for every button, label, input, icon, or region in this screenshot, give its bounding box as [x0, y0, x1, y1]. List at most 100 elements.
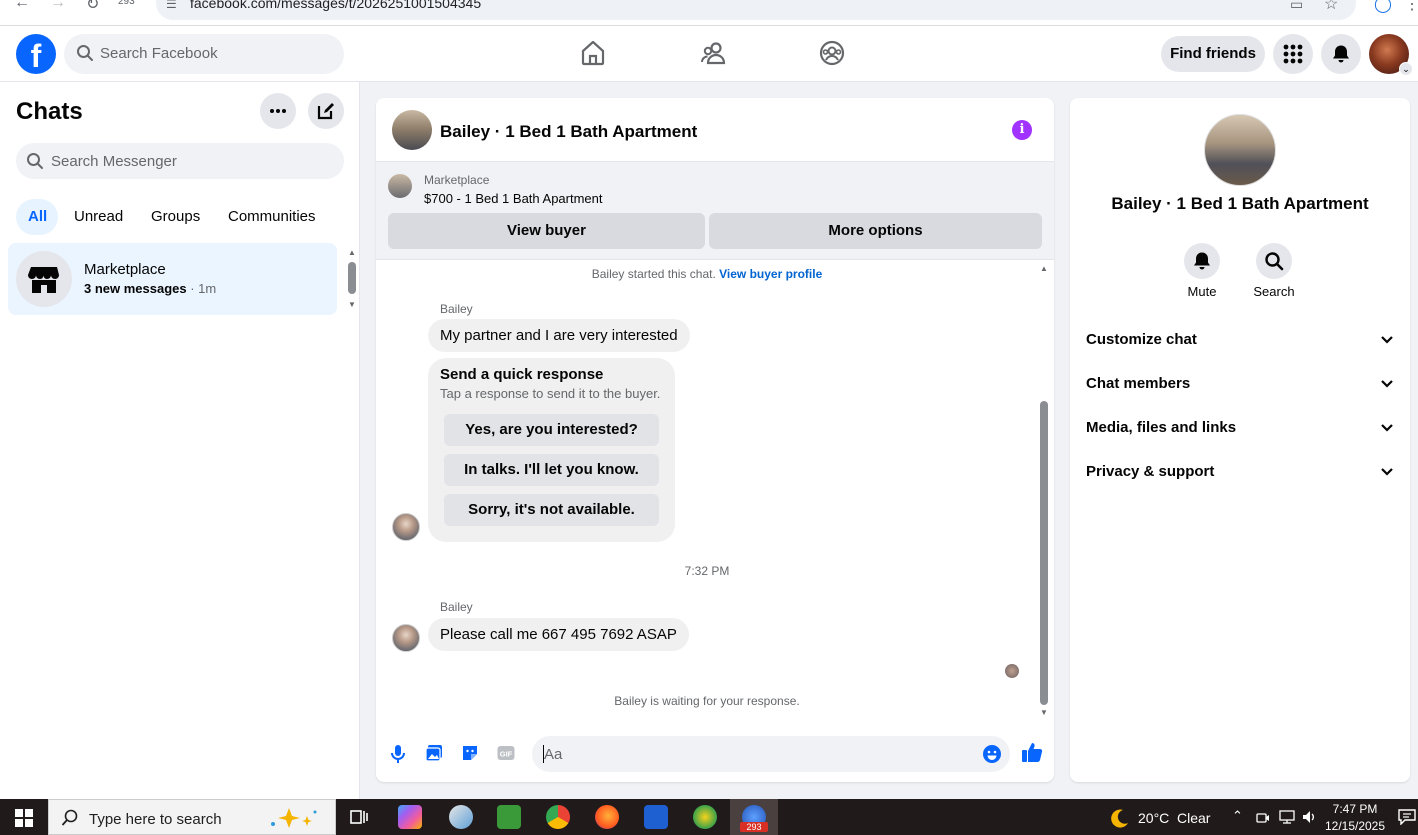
quick-response-option[interactable]: Sorry, it's not available.: [444, 494, 659, 526]
facebook-logo[interactable]: f: [16, 34, 56, 74]
view-buyer-button[interactable]: View buyer: [388, 213, 705, 249]
menu-dots-icon[interactable]: ⋮: [1404, 0, 1418, 14]
waiting-notice: Bailey is waiting for your response.: [614, 694, 800, 708]
chat-options-button[interactable]: [260, 93, 296, 129]
listing-avatar[interactable]: [392, 110, 432, 150]
copilot-icon[interactable]: [398, 805, 422, 829]
scroll-down-arrow-icon[interactable]: ▼: [348, 300, 356, 309]
message-bubble[interactable]: My partner and I are very interested: [428, 319, 690, 352]
facebook-search-box[interactable]: Search Facebook: [64, 34, 344, 74]
bookmark-star-icon[interactable]: ☆: [1324, 0, 1338, 14]
listing-title[interactable]: $700 - 1 Bed 1 Bath Apartment: [424, 191, 603, 206]
seen-receipt-avatar: [1005, 664, 1019, 678]
taskbar-search-placeholder: Type here to search: [89, 811, 222, 828]
scroll-up-arrow-icon[interactable]: ▲: [348, 248, 356, 257]
site-info-icon[interactable]: ☰: [166, 0, 177, 11]
facebook-top-nav: f Search Facebook Find friends ⌄: [0, 26, 1418, 82]
message-thread: Bailey started this chat. View buyer pro…: [376, 260, 1054, 720]
info-icon[interactable]: i: [1012, 120, 1032, 140]
messenger-search-input[interactable]: Search Messenger: [16, 143, 344, 179]
photo-icon[interactable]: [425, 744, 443, 762]
profile-icon[interactable]: ◯: [1374, 0, 1392, 14]
paint-app-icon[interactable]: [449, 805, 473, 829]
filter-tab-communities[interactable]: Communities: [228, 199, 316, 235]
thread-scrollbar[interactable]: [1040, 401, 1048, 705]
microphone-icon[interactable]: [390, 744, 406, 764]
mute-button[interactable]: [1184, 243, 1220, 279]
gif-icon[interactable]: GIF: [497, 744, 515, 762]
section-label: Privacy & support: [1086, 463, 1215, 480]
volume-icon[interactable]: [1302, 810, 1318, 824]
sender-avatar[interactable]: [392, 624, 420, 652]
chevron-down-icon: [1381, 424, 1393, 432]
chat-started-text: Bailey started this chat.: [591, 267, 720, 281]
filter-tab-groups[interactable]: Groups: [151, 199, 200, 235]
sticker-icon[interactable]: [461, 744, 479, 762]
weather-condition[interactable]: Clear: [1177, 810, 1210, 826]
groups-icon[interactable]: [819, 40, 845, 66]
section-chat-members[interactable]: Chat members: [1086, 375, 1394, 399]
section-media-files-links[interactable]: Media, files and links: [1086, 419, 1394, 443]
forward-arrow-icon[interactable]: →: [50, 0, 66, 12]
details-title: Bailey · 1 Bed 1 Bath Apartment: [1111, 194, 1369, 213]
reload-icon[interactable]: ↻: [86, 0, 99, 14]
find-friends-button[interactable]: Find friends: [1161, 36, 1265, 72]
chevron-up-icon[interactable]: ⌃: [1232, 808, 1243, 824]
message-bubble[interactable]: Please call me 667 495 7692 ASAP: [428, 618, 689, 651]
friends-icon[interactable]: [701, 40, 727, 66]
sender-name: Bailey: [440, 302, 473, 316]
notepad-app-icon[interactable]: [497, 805, 521, 829]
clock-date[interactable]: 12/15/2025: [1318, 819, 1392, 833]
search-in-conversation-button[interactable]: [1256, 243, 1292, 279]
task-view-icon[interactable]: [347, 805, 371, 829]
taskbar-search-box[interactable]: Type here to search: [48, 799, 336, 835]
home-icon[interactable]: [581, 40, 605, 66]
message-composer: GIF Aa: [376, 734, 1054, 778]
chats-sidebar: Chats Search Messenger All Unread Groups…: [0, 82, 360, 799]
listing-thumbnail[interactable]: [388, 174, 412, 198]
quick-response-option[interactable]: Yes, are you interested?: [444, 414, 659, 446]
conversation-time: · 1m: [186, 281, 217, 296]
quick-response-option[interactable]: In talks. I'll let you know.: [444, 454, 659, 486]
sender-avatar[interactable]: [392, 513, 420, 541]
section-privacy-support[interactable]: Privacy & support: [1086, 463, 1394, 487]
thumbs-up-icon[interactable]: [1021, 741, 1043, 763]
filter-tab-all[interactable]: All: [16, 199, 58, 235]
notification-center-icon[interactable]: [1398, 809, 1416, 825]
account-avatar[interactable]: ⌄: [1369, 34, 1413, 76]
install-app-icon[interactable]: ▭: [1290, 0, 1303, 13]
scroll-up-arrow-icon[interactable]: ▲: [1040, 264, 1048, 273]
crossover-app-icon[interactable]: [693, 805, 717, 829]
tab-count: 293: [118, 0, 135, 7]
firefox-icon[interactable]: [595, 805, 619, 829]
active-taskbar-app[interactable]: 293: [730, 799, 778, 835]
url-text[interactable]: facebook.com/messages/t/2026251001504345: [190, 0, 481, 11]
more-options-button[interactable]: More options: [709, 213, 1042, 249]
more-dots-icon: [270, 109, 286, 113]
search-icon: [61, 809, 78, 826]
meet-now-icon[interactable]: [1256, 811, 1270, 825]
new-message-button[interactable]: [308, 93, 344, 129]
menu-button[interactable]: [1273, 34, 1313, 74]
windows-start-icon[interactable]: [15, 809, 33, 827]
weather-temperature[interactable]: 20°C: [1138, 810, 1169, 826]
section-customize-chat[interactable]: Customize chat: [1086, 331, 1394, 355]
back-arrow-icon[interactable]: ←: [14, 0, 30, 12]
conversation-preview-text: 3 new messages: [84, 281, 187, 296]
notifications-button[interactable]: [1321, 34, 1361, 74]
message-input[interactable]: Aa: [532, 736, 1010, 772]
chrome-icon[interactable]: [546, 805, 570, 829]
conversation-list-item[interactable]: Marketplace 3 new messages · 1m: [8, 243, 337, 315]
view-buyer-profile-link[interactable]: View buyer profile: [719, 267, 822, 281]
chevron-down-icon: [1381, 336, 1393, 344]
emoji-icon[interactable]: [982, 744, 1002, 764]
filter-tab-unread[interactable]: Unread: [74, 199, 123, 235]
conversation-title[interactable]: Bailey · 1 Bed 1 Bath Apartment: [440, 122, 697, 142]
scroll-down-arrow-icon[interactable]: ▼: [1040, 708, 1048, 717]
clock-time[interactable]: 7:47 PM: [1320, 802, 1390, 816]
listing-photo[interactable]: [1204, 114, 1276, 186]
network-icon[interactable]: [1279, 810, 1295, 824]
security-app-icon[interactable]: [644, 805, 668, 829]
conversation-header: Bailey · 1 Bed 1 Bath Apartment i: [376, 98, 1054, 162]
sidebar-scrollbar[interactable]: [348, 262, 356, 294]
